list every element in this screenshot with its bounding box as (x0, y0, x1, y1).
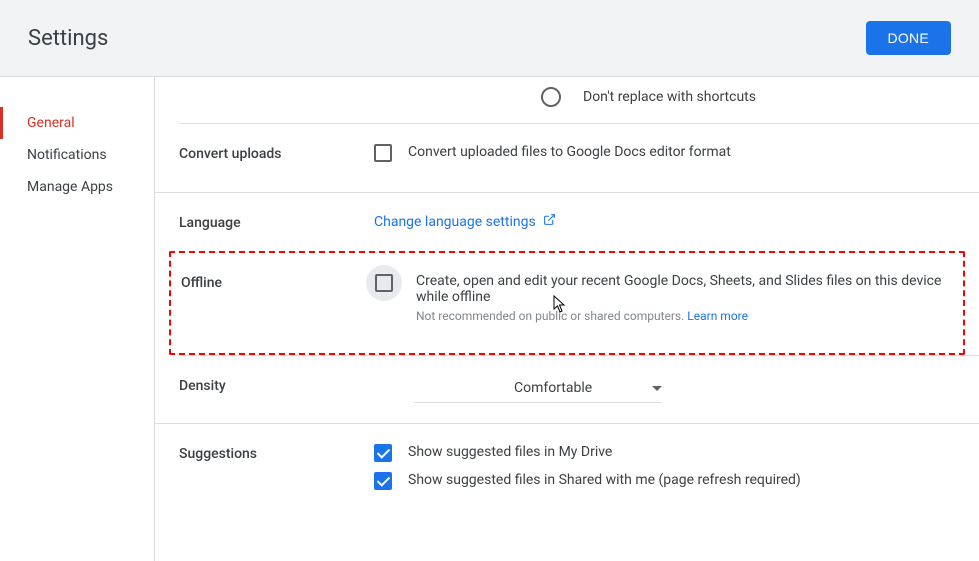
suggestions-row: Suggestions Show suggested files in My D… (155, 424, 979, 520)
convert-checkbox[interactable] (374, 144, 392, 162)
convert-row: Convert uploads Convert uploaded files t… (155, 124, 979, 193)
offline-checkbox-container[interactable] (366, 265, 402, 301)
language-row: Language Change language settings (155, 193, 979, 251)
page-title: Settings (28, 26, 108, 51)
suggestion-option-1: Show suggested files in My Drive (374, 444, 959, 462)
suggestion-checkbox-1[interactable] (374, 444, 392, 462)
settings-content: Don't replace with shortcuts Convert upl… (155, 77, 979, 561)
offline-label: Offline (181, 273, 366, 323)
offline-row: Offline Create, open and edit your recen… (171, 253, 963, 353)
sidebar-item-manage-apps[interactable]: Manage Apps (0, 171, 154, 203)
density-row: Density Comfortable (155, 356, 979, 424)
suggestion-text-2: Show suggested files in Shared with me (… (408, 472, 801, 488)
suggestion-option-2: Show suggested files in Shared with me (… (374, 472, 959, 490)
external-link-icon (543, 213, 556, 226)
convert-text: Convert uploaded files to Google Docs ed… (408, 144, 731, 160)
settings-sidebar: General Notifications Manage Apps (0, 77, 155, 561)
offline-text: Create, open and edit your recent Google… (416, 273, 943, 305)
convert-option: Convert uploaded files to Google Docs ed… (374, 144, 959, 162)
language-link[interactable]: Change language settings (374, 214, 556, 230)
chevron-down-icon (652, 386, 662, 391)
radio-no-shortcuts[interactable] (541, 87, 561, 107)
suggestion-checkbox-2[interactable] (374, 472, 392, 490)
offline-checkbox[interactable] (375, 274, 393, 292)
convert-label: Convert uploads (179, 144, 374, 172)
density-value: Comfortable (514, 380, 592, 396)
suggestion-text-1: Show suggested files in My Drive (408, 444, 612, 460)
shortcuts-row: Don't replace with shortcuts (179, 77, 979, 124)
offline-highlighted-section: Offline Create, open and edit your recen… (169, 251, 965, 355)
language-label: Language (179, 213, 374, 231)
settings-header: Settings DONE (0, 0, 979, 77)
settings-body: General Notifications Manage Apps Don't … (0, 77, 979, 561)
density-select[interactable]: Comfortable (414, 376, 662, 403)
radio-label: Don't replace with shortcuts (583, 89, 756, 105)
offline-learn-more-link[interactable]: Learn more (687, 309, 748, 323)
language-link-text: Change language settings (374, 214, 536, 230)
suggestions-label: Suggestions (179, 444, 374, 500)
offline-subtext: Not recommended on public or shared comp… (416, 309, 943, 323)
done-button[interactable]: DONE (866, 21, 951, 55)
offline-sub-span: Not recommended on public or shared comp… (416, 309, 684, 323)
sidebar-item-general[interactable]: General (0, 107, 154, 139)
density-label: Density (179, 376, 374, 403)
sidebar-item-notifications[interactable]: Notifications (0, 139, 154, 171)
